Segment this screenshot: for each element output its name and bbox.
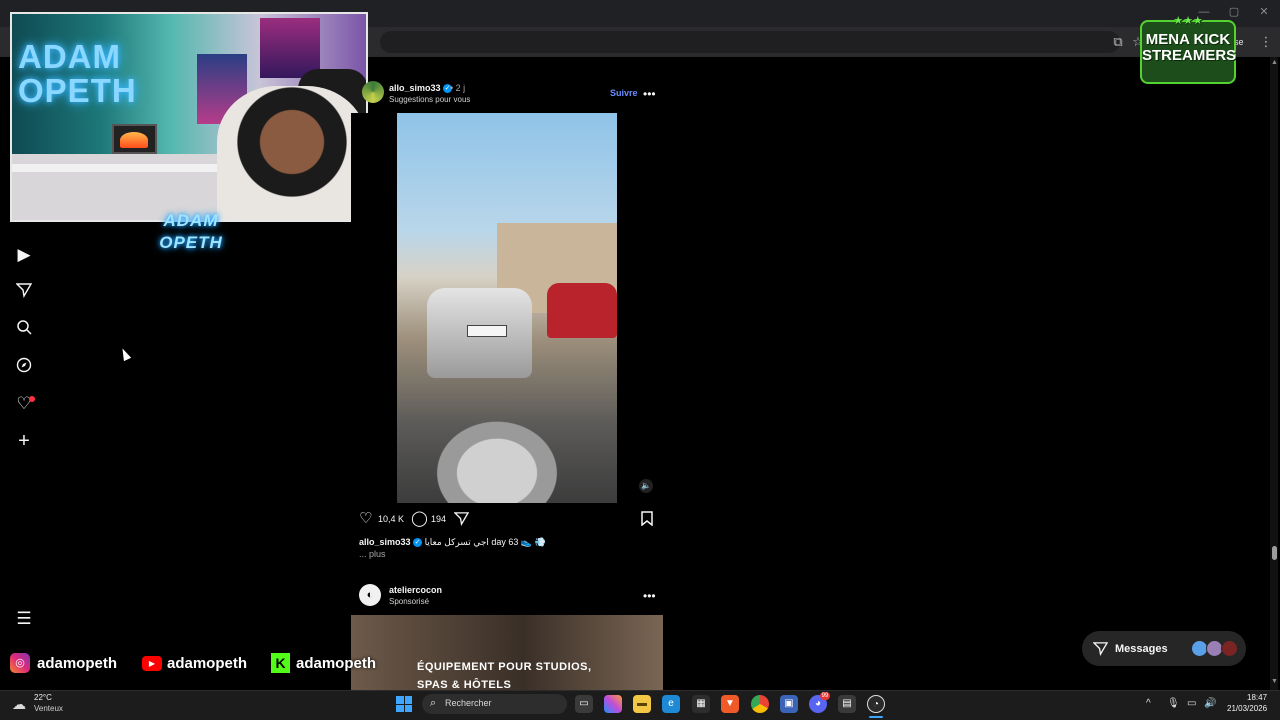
post-time: • 2 j: [450, 83, 466, 93]
paper-plane-icon[interactable]: [14, 282, 34, 302]
mouse-cursor: [118, 346, 132, 362]
caption-username[interactable]: allo_simo33: [359, 537, 411, 547]
sponsored-label: Sponsorisé: [389, 597, 430, 606]
reels-icon[interactable]: ▶: [14, 245, 34, 265]
address-bar[interactable]: [380, 31, 1120, 53]
desk: [12, 164, 222, 172]
follow-button[interactable]: Suivre: [610, 88, 638, 98]
mute-icon[interactable]: 🔈: [639, 479, 653, 493]
paper-plane-icon: [1092, 641, 1109, 659]
scooter: [427, 413, 567, 503]
store-icon[interactable]: ▦: [692, 695, 710, 713]
caption-text: اجي تسركل معايا day 63 👟 💨: [424, 537, 546, 547]
youtube-handle: adamopeth: [167, 655, 248, 672]
webcam-logo: ADAM OPETH: [159, 211, 223, 252]
save-icon[interactable]: [640, 511, 654, 530]
ad-headline: ÉQUIPEMENT POUR STUDIOS, SPAS & HÔTELS: [417, 658, 592, 694]
comment-count: 194: [431, 514, 447, 524]
network-icon[interactable]: ▭: [1187, 698, 1196, 709]
post-avatar[interactable]: [362, 81, 384, 103]
clock-time[interactable]: 18:47: [1247, 693, 1267, 702]
reel-video[interactable]: [397, 113, 617, 503]
streamer: [217, 86, 366, 220]
chevron-up-icon[interactable]: ^: [1146, 698, 1151, 709]
app-icon[interactable]: ▣: [780, 695, 798, 713]
microphone-icon[interactable]: 🎙: [1167, 698, 1180, 709]
logo-line-2: STREAMERS: [1142, 47, 1237, 64]
discord-badge: 99: [820, 692, 830, 700]
kick-icon: K: [271, 653, 290, 673]
compass-icon[interactable]: [14, 357, 34, 377]
post-options-icon[interactable]: •••: [643, 589, 656, 603]
like-count: 10,4 K: [378, 514, 405, 524]
edge-icon[interactable]: e: [662, 695, 680, 713]
search-icon[interactable]: [14, 319, 34, 339]
file-explorer-icon[interactable]: ▬: [633, 695, 651, 713]
taskbar-search-placeholder: Rechercher: [445, 698, 492, 708]
task-view-icon[interactable]: ▭: [575, 695, 593, 713]
hamburger-icon[interactable]: ☰: [14, 609, 34, 629]
logo-stars: ★★★: [1173, 15, 1203, 27]
copilot-icon[interactable]: [604, 695, 622, 713]
caption-more-link[interactable]: ... plus: [359, 549, 386, 559]
mena-kick-logo: ★★★ MENA KICK STREAMERS: [1140, 16, 1237, 84]
share-icon[interactable]: [453, 511, 470, 530]
scrollbar-thumb[interactable]: [1272, 546, 1277, 560]
avatar: [1221, 640, 1238, 657]
comment-icon[interactable]: ◯: [411, 511, 428, 527]
post-username[interactable]: allo_simo33 ✓: [389, 83, 453, 94]
post-username[interactable]: ateliercocon: [389, 585, 442, 595]
post-options-icon[interactable]: •••: [643, 87, 656, 101]
weather-wind-icon[interactable]: ☁: [12, 696, 26, 713]
scrollbar[interactable]: [1270, 57, 1278, 690]
close-icon[interactable]: ✕: [1258, 6, 1270, 18]
ad-headline-line-1: ÉQUIPEMENT POUR STUDIOS,: [417, 661, 592, 673]
taskbar-search[interactable]: [422, 694, 567, 714]
notification-dot: [29, 396, 35, 402]
instagram-icon: ◎: [10, 653, 30, 673]
post-subtitle: Suggestions pour vous: [389, 95, 471, 104]
instagram-handle: adamopeth: [37, 655, 118, 672]
weather-temperature[interactable]: 22°C: [34, 693, 52, 702]
red-car: [547, 283, 617, 338]
post-caption: allo_simo33 ✓ اجي تسركل معايا day 63 👟 💨: [359, 537, 546, 548]
fire: [120, 132, 148, 148]
weather-description[interactable]: Venteux: [34, 704, 63, 713]
scroll-down-icon[interactable]: ▼: [1271, 678, 1278, 685]
youtube-icon: ▶: [142, 656, 162, 671]
plus-icon[interactable]: +: [14, 431, 34, 451]
install-icon[interactable]: ⧉: [1110, 34, 1126, 50]
verified-icon: ✓: [413, 538, 423, 548]
scroll-up-icon[interactable]: ▲: [1271, 59, 1278, 66]
like-icon[interactable]: ♡: [359, 511, 372, 527]
clock-date[interactable]: 21/03/2026: [1227, 704, 1267, 713]
active-app-indicator: [869, 716, 883, 718]
neon-sign: ADAM OPETH: [18, 38, 137, 109]
logo-line-1: MENA KICK: [1145, 31, 1231, 48]
windows-start-icon[interactable]: [396, 696, 412, 712]
kick-handle: adamopeth: [296, 655, 377, 672]
volume-icon[interactable]: 🔊: [1204, 698, 1216, 709]
brave-icon[interactable]: ▼: [721, 695, 739, 713]
search-icon: ⌕: [430, 697, 437, 709]
webcam-overlay: ADAM OPETH: [10, 12, 368, 222]
remote-desktop-icon[interactable]: ▤: [838, 695, 856, 713]
messages-label: Messages: [1115, 643, 1168, 655]
menu-dots-icon[interactable]: ⋮: [1258, 34, 1274, 50]
chrome-icon[interactable]: [751, 695, 769, 713]
license-plate: [467, 325, 507, 337]
obs-icon[interactable]: ◔: [867, 695, 885, 713]
post-avatar[interactable]: ◐: [359, 584, 381, 606]
